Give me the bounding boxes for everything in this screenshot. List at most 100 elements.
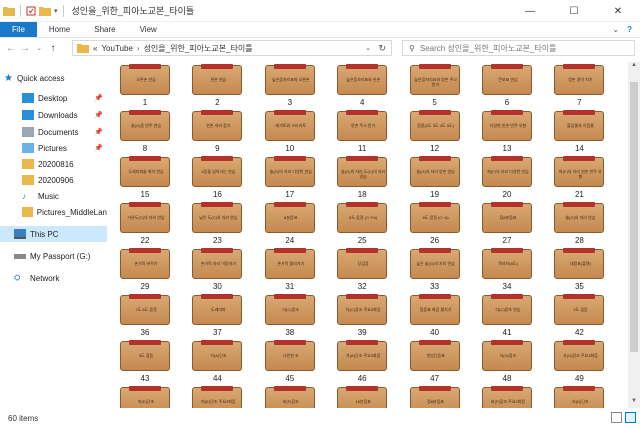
tab-home[interactable]: Home (37, 22, 82, 37)
file-item[interactable]: 손가락 바꾸기 29 (110, 246, 180, 293)
breadcrumb-current-folder[interactable]: 성인을_위한_피아노교본_타이틀 (144, 43, 253, 54)
file-item[interactable]: 옥타브(8도) 34 (472, 246, 542, 293)
file-item[interactable]: 마(E)단조 주요3화음51 (182, 384, 252, 408)
file-item[interactable]: 바(F)장조52 (255, 384, 325, 408)
toolbar-dropdown-icon[interactable]: ▾ (54, 7, 58, 15)
file-item[interactable]: 라(D)단조56 (544, 384, 614, 408)
file-item[interactable]: 높은 솔(G)의 자리 연습 33 (400, 246, 470, 293)
properties-icon[interactable] (26, 6, 36, 16)
file-item[interactable]: 5도 겹음 43 (110, 338, 180, 385)
file-item[interactable]: 5음을 넘어가는 연습 16 (182, 154, 252, 201)
nav-my-passport[interactable]: My Passport (G:) (0, 248, 107, 264)
pin-icon[interactable]: 📌 (94, 111, 103, 119)
address-dropdown-icon[interactable]: ⌄ (365, 44, 371, 52)
scroll-up-icon[interactable]: ▲ (628, 62, 640, 72)
file-item[interactable]: 다양한 왼손 반주 유형 13 (472, 108, 542, 155)
expand-ribbon-icon[interactable]: ⌄ (612, 25, 619, 34)
file-item[interactable]: 다(C)장조 38 (255, 292, 325, 339)
file-item[interactable]: 큰보표 연습 6 (472, 62, 542, 109)
file-item[interactable]: 높은음자리표와 양손 주고 받기 5 (400, 62, 470, 109)
breadcrumb-youtube[interactable]: YouTube (101, 44, 132, 53)
file-item[interactable]: 도레미파솔 위치 연습 15 (110, 154, 180, 201)
file-item[interactable]: 손가락 올라가기 31 (255, 246, 325, 293)
nav-downloads[interactable]: Downloads 📌 (0, 107, 107, 123)
nav-documents[interactable]: Documents 📌 (0, 124, 107, 140)
file-item[interactable]: 파(F)의 자리 왼손 반주 유형 21 (544, 154, 614, 201)
breadcrumb-overflow[interactable]: « (93, 44, 97, 53)
file-item[interactable]: 오른손 연습 1 (110, 62, 180, 109)
pin-icon[interactable]: 📌 (94, 94, 103, 102)
file-item[interactable]: 마(E)단조50 (110, 384, 180, 408)
file-item[interactable]: 왼손 연습 2 (182, 62, 252, 109)
file-item[interactable]: 양손 주고 받기 11 (327, 108, 397, 155)
address-bar[interactable]: « YouTube › 성인을_위한_피아노교본_타이틀 ⌄ ↻ (72, 40, 392, 56)
file-item[interactable]: 낮은 도(C)의 자리 연습 23 (182, 200, 252, 247)
file-item[interactable]: 레가토와 스타카토 10 (255, 108, 325, 155)
file-item[interactable]: 나란한 조 45 (255, 338, 325, 385)
file-item[interactable]: 음정(2도 3도 4도 5도) 12 (400, 108, 470, 155)
file-item[interactable]: 솔(G)의 자리 연습 28 (544, 200, 614, 247)
file-item[interactable]: 점8분음표54 (400, 384, 470, 408)
recent-locations-icon[interactable]: ⌄ (32, 40, 46, 56)
file-item[interactable]: 8도 음정 (C~F#) 25 (327, 200, 397, 247)
file-item[interactable]: 가(A)단조 주요3화음 46 (327, 338, 397, 385)
breadcrumb-separator[interactable]: › (137, 44, 140, 53)
file-item[interactable]: 당김음 32 (327, 246, 397, 293)
file-item[interactable]: 솔(G)의 자리 양손 연습 19 (400, 154, 470, 201)
file-item[interactable]: 바(F)장조 주요3화음55 (472, 384, 542, 408)
file-item[interactable]: 양손 같이 치기 7 (544, 62, 614, 109)
scroll-down-icon[interactable]: ▼ (628, 398, 640, 408)
tab-view[interactable]: View (128, 22, 169, 37)
file-item[interactable]: 셋잇단음표 47 (400, 338, 470, 385)
file-item[interactable]: 7도 6도 음정 36 (110, 292, 180, 339)
back-button[interactable]: ← (4, 40, 18, 56)
file-item[interactable]: 다(C)장조 주요3화음 39 (327, 292, 397, 339)
file-item[interactable]: 가(A)단조 44 (182, 338, 252, 385)
new-folder-icon[interactable] (39, 6, 51, 16)
file-item[interactable]: 8분음표 24 (255, 200, 325, 247)
close-button[interactable]: ✕ (596, 0, 640, 22)
forward-button[interactable]: → (18, 40, 32, 56)
file-item[interactable]: 솔(G)의 자리 도(C)의 자리 연습 18 (327, 154, 397, 201)
tab-share[interactable]: Share (82, 22, 127, 37)
file-item[interactable]: 점음표 화음 펼치기 40 (400, 292, 470, 339)
maximize-button[interactable]: ☐ (552, 0, 596, 22)
file-item[interactable]: 다(C)장조 연습 41 (472, 292, 542, 339)
nav-pictures[interactable]: Pictures 📌 (0, 140, 107, 156)
up-button[interactable]: ↑ (46, 40, 60, 56)
refresh-icon[interactable]: ↻ (378, 43, 386, 54)
file-item[interactable]: 사(G)장조 48 (472, 338, 542, 385)
file-item[interactable]: 손가락 자리 이동하기 30 (182, 246, 252, 293)
nav-music[interactable]: ♪ Music (0, 188, 107, 204)
scrollbar-thumb[interactable] (630, 82, 638, 352)
details-view-icon[interactable] (611, 412, 622, 423)
file-item[interactable]: 솔(G)의 자리 다양한 연습 17 (255, 154, 325, 201)
file-item[interactable]: 높은음자리표와 왼손 4 (327, 62, 397, 109)
vertical-scrollbar[interactable]: ▲ ▼ (628, 62, 640, 408)
file-item[interactable]: 높은음자리표와 오른손 3 (255, 62, 325, 109)
file-item[interactable]: 도레미파 37 (182, 292, 252, 339)
pin-icon[interactable]: 📌 (94, 128, 103, 136)
nav-20200816[interactable]: 20200816 (0, 156, 107, 172)
tab-file[interactable]: File (0, 22, 37, 37)
file-item[interactable]: 내림표(플랫) 35 (544, 246, 614, 293)
pin-icon[interactable]: 📌 (94, 144, 103, 152)
nav-desktop[interactable]: Desktop 📌 (0, 90, 107, 106)
help-icon[interactable]: ? (627, 25, 632, 34)
file-item[interactable]: 솔(G)음 반주 연습 8 (110, 108, 180, 155)
minimize-button[interactable]: — (508, 0, 552, 22)
nav-20200906[interactable]: 20200906 (0, 172, 107, 188)
nav-this-pc[interactable]: This PC (0, 226, 107, 242)
file-item[interactable]: 가온도(C)의 자리 연습 22 (110, 200, 180, 247)
large-icons-view-icon[interactable] (625, 412, 636, 423)
file-item[interactable]: 사(G)장조 주요3화음 49 (544, 338, 614, 385)
file-item[interactable]: 붙임줄과 이음줄 14 (544, 108, 614, 155)
file-item[interactable]: 점8분음표 27 (472, 200, 542, 247)
file-item[interactable]: 3도 겹음 42 (544, 292, 614, 339)
nav-quick-access[interactable]: ★ Quick access (0, 70, 107, 86)
file-item[interactable]: 왼손 자리 잡기 9 (182, 108, 252, 155)
file-item[interactable]: 16분음표53 (327, 384, 397, 408)
file-item[interactable]: 파(F)의 자리 다양한 연습 20 (472, 154, 542, 201)
nav-pictures-middlelan[interactable]: Pictures_MiddleLan (0, 204, 107, 220)
search-input[interactable]: ⚲ Search 성인을_위한_피아노교본_타이틀 (402, 40, 635, 56)
